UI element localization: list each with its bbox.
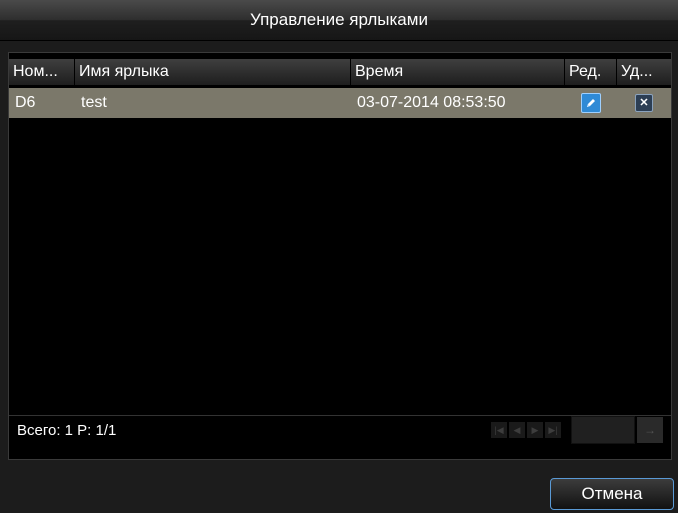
title-bar: Управление ярлыками [0, 0, 678, 41]
row-label-name: test [81, 94, 107, 111]
table-row[interactable]: D6 test 03-07-2014 08:53:50 ✕ [9, 88, 671, 118]
row-number: D6 [15, 94, 36, 111]
row-delete-cell: ✕ [617, 88, 671, 118]
first-page-icon[interactable]: |◀ [491, 422, 507, 438]
pencil-icon[interactable] [581, 93, 601, 113]
go-arrow-icon[interactable]: → [637, 417, 663, 443]
row-time: 03-07-2014 08:53:50 [357, 94, 506, 111]
pager: |◀ ◀ ▶ ▶| → [489, 416, 663, 444]
column-header-number[interactable]: Ном... [9, 59, 75, 85]
status-bar: Всего: 1 P: 1/1 |◀ ◀ ▶ ▶| → [9, 415, 671, 444]
column-header-time[interactable]: Время [351, 59, 565, 85]
last-page-icon[interactable]: ▶| [545, 422, 561, 438]
cancel-button[interactable]: Отмена [550, 478, 674, 510]
page-input[interactable] [571, 416, 635, 444]
window-title: Управление ярлыками [250, 10, 428, 29]
close-icon[interactable]: ✕ [635, 94, 653, 112]
total-count: Всего: 1 P: 1/1 [17, 421, 117, 439]
next-page-icon[interactable]: ▶ [527, 422, 543, 438]
row-edit-cell [565, 88, 617, 118]
table-header: Ном... Имя ярлыка Время Ред. Уд... [9, 59, 671, 85]
prev-page-icon[interactable]: ◀ [509, 422, 525, 438]
column-header-label-name[interactable]: Имя ярлыка [75, 59, 351, 85]
labels-table: Ном... Имя ярлыка Время Ред. Уд... D6 te… [8, 52, 672, 460]
column-header-edit[interactable]: Ред. [565, 59, 617, 85]
column-header-delete[interactable]: Уд... [617, 59, 671, 85]
